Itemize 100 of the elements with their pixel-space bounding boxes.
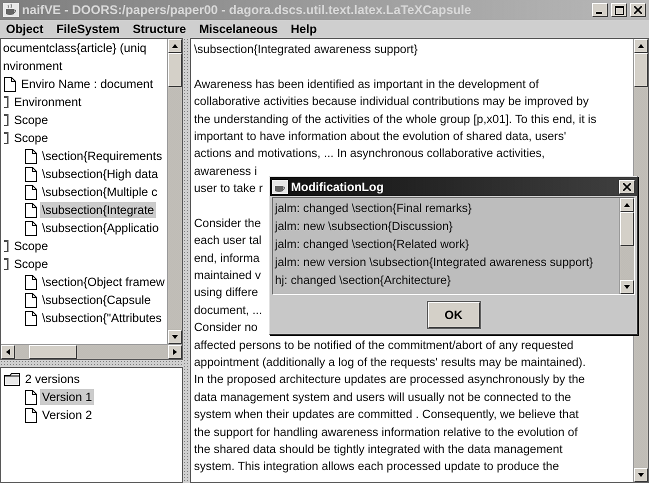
text-line: document, ... <box>194 302 262 319</box>
document-icon <box>25 310 37 326</box>
text-line: Consider no <box>194 319 258 336</box>
folder-icon <box>4 372 20 386</box>
text-line: actions and motivations, ... In asynchronous collaborative activities, <box>194 145 545 162</box>
scroll-left-button[interactable] <box>1 345 15 359</box>
tree-item[interactable]: Scope <box>12 238 50 254</box>
scrollbar-thumb[interactable] <box>634 53 648 87</box>
document-icon <box>25 274 37 290</box>
node-icon <box>4 131 9 145</box>
down-arrow-icon <box>623 283 631 292</box>
menu-item[interactable]: Object <box>6 22 44 36</box>
close-icon <box>634 6 642 14</box>
menu-item[interactable]: FileSystem <box>56 22 120 36</box>
menu-item[interactable]: Help <box>290 22 317 36</box>
tree-item[interactable]: nvironment <box>1 58 64 74</box>
scrollbar-thumb[interactable] <box>29 345 77 359</box>
up-arrow-icon <box>171 42 179 50</box>
text-line: Awareness has been identified as important in the development of <box>194 76 539 93</box>
ok-button[interactable]: OK <box>428 302 480 328</box>
tree-item[interactable]: Environment <box>12 94 84 110</box>
tree-item[interactable]: \subsection{"Attributes <box>40 310 164 326</box>
scroll-down-button[interactable] <box>168 330 182 344</box>
text-line: user to take r <box>194 180 263 198</box>
tree-item[interactable]: \subsection{Capsule <box>40 292 153 308</box>
text-line: \subsection{Integrated awareness support} <box>194 41 418 58</box>
tree-item[interactable]: \section{Requirements <box>40 148 164 164</box>
text-line: end, informa <box>194 250 260 267</box>
log-entry[interactable]: jalm: changed \section{Final remarks} <box>275 199 617 218</box>
scrollbar-thumb[interactable] <box>168 53 182 87</box>
scroll-up-button[interactable] <box>620 198 634 212</box>
node-icon <box>4 257 9 271</box>
log-entry[interactable]: hj: changed \section{Architecture} <box>275 271 617 290</box>
text-line: important to have information about the evolution of shared data, users' <box>194 128 566 145</box>
dialog-title: ModificationLog <box>291 180 385 194</box>
scroll-up-button[interactable] <box>168 39 182 53</box>
document-icon <box>25 220 37 236</box>
log-entry[interactable]: jalm: new \subsection{Discussion} <box>275 217 617 236</box>
text-line: In the proposed architecture updates are processed asynchronously by the <box>194 371 585 388</box>
window-title: naifVE - DOORS:/papers/paper00 - dagora.dscs.util.text.latex.LaTeXCapsule <box>22 3 472 17</box>
maximize-icon <box>614 6 624 14</box>
tree-item[interactable]: \subsection{Integrate <box>40 202 156 218</box>
scroll-down-button[interactable] <box>620 280 634 294</box>
cup-icon <box>272 180 288 194</box>
node-icon <box>4 239 9 253</box>
text-line: the shared data should be tightly integrated with the data management <box>194 440 563 458</box>
log-entry[interactable]: jalm: new version \subsection{Integrated awareness support} <box>275 253 617 272</box>
scroll-down-button[interactable] <box>634 468 648 482</box>
tree-item[interactable]: Scope <box>12 256 50 272</box>
cup-icon <box>3 3 19 17</box>
text-line: appointment (additionally a log of the requests' results may be maintained). <box>194 354 586 372</box>
down-arrow-icon <box>637 471 645 479</box>
document-icon <box>4 76 16 92</box>
tree-item[interactable]: Version 1 <box>40 389 94 405</box>
tree-item[interactable]: Scope <box>12 130 50 146</box>
maximize-button[interactable] <box>611 3 627 17</box>
scroll-up-button[interactable] <box>634 39 648 53</box>
tree-item[interactable]: \section{Object framew <box>40 274 167 290</box>
document-icon <box>25 390 37 404</box>
up-arrow-icon <box>623 201 631 210</box>
text-line: collaborative activities because individual contributions may be improved by <box>194 93 589 110</box>
tree-item[interactable]: \subsection{Multiple c <box>40 184 160 200</box>
document-icon <box>25 148 37 164</box>
text-line: system when their updates are committed . Consequently, we believe that <box>194 406 579 424</box>
log-entry[interactable]: jalm: changed \section{Related work} <box>275 235 617 254</box>
scrollbar-thumb[interactable] <box>620 212 634 246</box>
node-icon <box>4 95 9 109</box>
node-icon <box>4 113 9 127</box>
document-icon <box>25 202 37 218</box>
text-line: using differe <box>194 284 258 302</box>
down-arrow-icon <box>171 333 179 341</box>
close-button[interactable] <box>619 180 635 194</box>
tree-item[interactable]: Version 2 <box>40 407 94 423</box>
tree-item[interactable]: \subsection{High data <box>40 166 160 182</box>
tree-item[interactable]: 2 versions <box>23 371 82 387</box>
text-line: the understanding of the activities of the whole group [p,x01]. To this end, it is <box>194 110 596 128</box>
tree-item[interactable]: Enviro Name : document <box>19 76 156 92</box>
minimize-button[interactable] <box>592 3 608 17</box>
text-line: data management system and users will usually not be connected to the <box>194 388 572 406</box>
document-icon <box>25 292 37 308</box>
close-button[interactable] <box>630 3 646 17</box>
text-line: awareness i <box>194 162 257 180</box>
text-line: affected persons to be notified of the commitment/abort of any requested <box>194 336 574 354</box>
document-icon <box>25 166 37 182</box>
text-line: the support for handling awareness information relative to the evolution of <box>194 424 578 441</box>
text-line: Consider the <box>194 214 261 232</box>
menu-item[interactable]: Miscelaneous <box>199 22 278 36</box>
right-arrow-icon <box>171 348 179 356</box>
left-arrow-icon <box>4 348 12 356</box>
text-line: system. This integration allows each processed update to produce the <box>194 458 560 476</box>
scroll-right-button[interactable] <box>168 345 182 359</box>
close-icon <box>623 182 631 191</box>
text-line: each user tal <box>194 232 262 250</box>
tree-item[interactable]: \subsection{Applicatio <box>40 220 161 236</box>
menu-item[interactable]: Structure <box>132 22 186 36</box>
document-icon <box>25 184 37 200</box>
tree-item[interactable]: ocumentclass{article} (uniq <box>1 40 148 56</box>
up-arrow-icon <box>637 42 645 50</box>
text-line: maintained v <box>194 267 261 284</box>
tree-item[interactable]: Scope <box>12 112 50 128</box>
